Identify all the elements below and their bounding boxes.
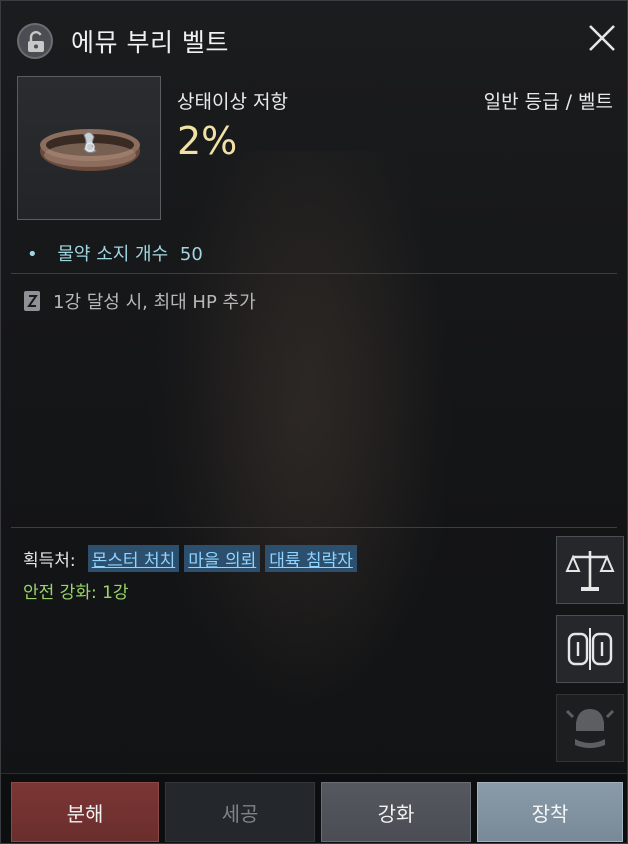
item-title: 에뮤 부리 벨트 (71, 28, 229, 57)
collection-button[interactable] (556, 694, 624, 762)
enhance-bonus-line: 1강 달성 시, 최대 HP 추가 (23, 288, 256, 314)
collection-helmet-icon (565, 709, 615, 748)
item-grade: 일반 등급 / 벨트 (483, 91, 613, 113)
trade-scale-button[interactable] (556, 536, 624, 604)
enhance-bonus-text: 1강 달성 시, 최대 HP 추가 (53, 292, 256, 313)
unlock-icon[interactable] (17, 23, 53, 59)
trade-scale-icon (565, 551, 615, 591)
effect-value: 50 (179, 244, 203, 265)
close-icon[interactable] (583, 19, 621, 57)
divider (11, 527, 617, 528)
compare-icon (567, 628, 613, 670)
header: 에뮤 부리 벨트 (1, 1, 627, 79)
acquisition-row: 획득처: 몬스터 처치 마을 의뢰 대륙 침략자 (23, 545, 362, 572)
acquisition-link-monster[interactable]: 몬스터 처치 (87, 545, 180, 572)
acquisition-link-invader[interactable]: 대륙 침략자 (265, 545, 357, 572)
refine-button[interactable]: 세공 (165, 782, 315, 842)
stat-value: 2% (177, 119, 238, 163)
acquisition-link-village-quest[interactable]: 마을 의뢰 (184, 545, 261, 572)
compare-button[interactable] (556, 615, 624, 683)
decompose-button[interactable]: 분해 (11, 782, 159, 842)
divider (11, 273, 617, 274)
belt-icon (40, 129, 140, 171)
enhance-button[interactable]: 강화 (321, 782, 471, 842)
acquisition-label: 획득처: (23, 551, 76, 571)
item-tooltip-panel: 에뮤 부리 벨트 상태이상 저항 2% 일반 등급 / 벨트 • 물약 소지 개… (0, 0, 628, 844)
effect-bullet: • (27, 244, 38, 265)
scroll-icon (24, 291, 40, 311)
footer-actions: 분해 세공 강화 장착 (1, 773, 627, 843)
equip-button[interactable]: 장착 (477, 782, 623, 842)
safe-enhance-text: 안전 강화: 1강 (23, 583, 129, 603)
stat-label: 상태이상 저항 (177, 91, 288, 113)
item-icon-frame (17, 76, 161, 220)
effect-line: • 물약 소지 개수 50 (27, 240, 203, 266)
effect-text: 물약 소지 개수 (57, 244, 169, 265)
background-figure (181, 151, 441, 711)
